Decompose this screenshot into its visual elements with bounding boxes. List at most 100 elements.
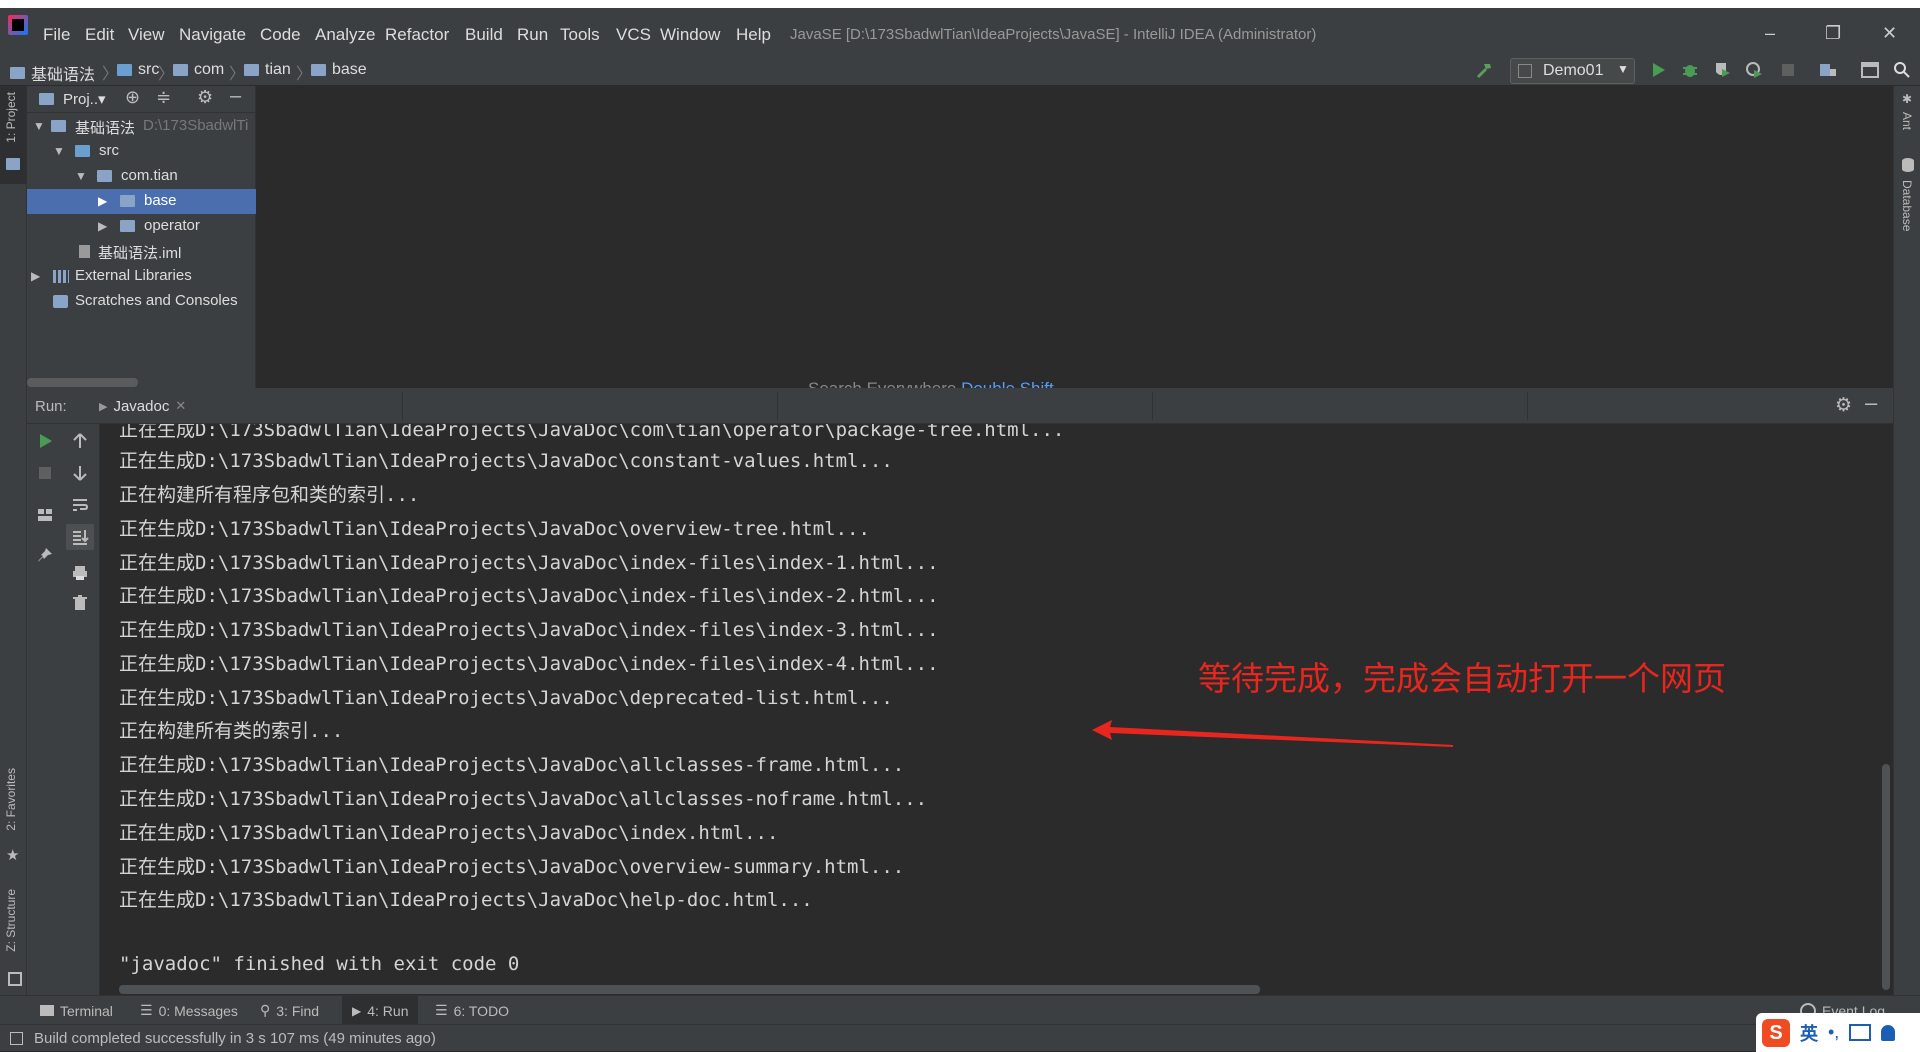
- menu-build[interactable]: Build: [465, 25, 503, 45]
- minimize-button[interactable]: –: [1765, 23, 1775, 44]
- tree-item-operator[interactable]: ▶ operator: [27, 214, 256, 239]
- layout-icon[interactable]: [36, 506, 54, 524]
- hide-icon[interactable]: –: [230, 85, 241, 108]
- menu-tools[interactable]: Tools: [560, 25, 600, 45]
- favorites-tool-button[interactable]: 2: Favorites: [4, 768, 18, 831]
- search-icon[interactable]: [1892, 60, 1912, 80]
- console-line: 正在生成D:\173SbadwlTian\IdeaProjects\JavaDo…: [119, 518, 870, 540]
- breadcrumb-base[interactable]: base: [311, 61, 367, 79]
- restore-button[interactable]: ❐: [1825, 23, 1841, 44]
- expanded-arrow-icon[interactable]: ▼: [53, 144, 65, 158]
- database-tool-button[interactable]: Database: [1900, 180, 1914, 231]
- rerun-icon[interactable]: [36, 432, 54, 450]
- menu-run[interactable]: Run: [517, 25, 548, 45]
- arrow-up-icon[interactable]: [71, 432, 89, 450]
- tree-item-iml[interactable]: 基础语法.iml: [27, 239, 256, 264]
- terminal-icon: [40, 1005, 54, 1016]
- project-view-selector[interactable]: Proj..▾: [63, 90, 106, 108]
- breadcrumb-src[interactable]: src: [117, 61, 159, 79]
- user-icon[interactable]: [1881, 1024, 1896, 1041]
- ant-tool-button[interactable]: Ant: [1900, 112, 1914, 130]
- run-panel-header: Run: ▶ Javadoc ✕ ⚙ –: [27, 388, 1893, 424]
- punctuation-icon[interactable]: •,: [1828, 1022, 1839, 1043]
- breadcrumb-tian[interactable]: tian: [244, 61, 291, 79]
- menu-navigate[interactable]: Navigate: [179, 25, 246, 45]
- stop-icon[interactable]: [36, 464, 54, 482]
- menu-file[interactable]: File: [43, 25, 70, 45]
- pin-icon[interactable]: [36, 546, 54, 564]
- tree-item-scratches[interactable]: Scratches and Consoles: [27, 289, 256, 314]
- status-toggle-icon[interactable]: [10, 1032, 23, 1045]
- tree-item-src[interactable]: ▼ src: [27, 139, 256, 164]
- run-toolbar-primary: [27, 424, 62, 995]
- close-tab-icon[interactable]: ✕: [175, 398, 186, 414]
- menu-refactor[interactable]: Refactor: [385, 25, 449, 45]
- breadcrumb-project[interactable]: 基础语法: [10, 61, 95, 85]
- tab-find[interactable]: ⚲ 3: Find: [260, 996, 319, 1025]
- console-horizontal-scrollbar[interactable]: [119, 985, 1260, 994]
- console-line: 正在生成D:\173SbadwlTian\IdeaProjects\JavaDo…: [119, 619, 939, 641]
- source-folder-icon: [75, 145, 90, 157]
- tab-messages[interactable]: ☰ 0: Messages: [140, 996, 238, 1025]
- gear-icon[interactable]: ⚙: [1835, 394, 1852, 417]
- console-line: 正在生成D:\173SbadwlTian\IdeaProjects\JavaDo…: [119, 788, 928, 810]
- locate-icon[interactable]: ⊕: [125, 87, 140, 108]
- build-hammer-icon[interactable]: [1474, 60, 1494, 80]
- run-configuration-select[interactable]: Demo01 ▼: [1510, 58, 1635, 84]
- project-tool-button[interactable]: 1: Project: [0, 86, 26, 184]
- project-horizontal-scrollbar[interactable]: [27, 378, 138, 387]
- tab-terminal[interactable]: Terminal: [40, 996, 113, 1025]
- expanded-arrow-icon[interactable]: ▼: [33, 119, 45, 133]
- profile-icon[interactable]: [1744, 60, 1764, 80]
- ime-mode[interactable]: 英: [1800, 1020, 1818, 1046]
- collapsed-arrow-icon[interactable]: ▶: [31, 269, 40, 283]
- collapse-all-icon[interactable]: ≑: [156, 87, 171, 108]
- structure-tool-button[interactable]: Z: Structure: [4, 889, 18, 952]
- tree-item-base[interactable]: ▶ base: [27, 189, 256, 214]
- soft-wrap-icon[interactable]: [71, 496, 89, 514]
- close-button[interactable]: ✕: [1882, 23, 1897, 44]
- tree-item-project-root[interactable]: ▼ 基础语法 D:\173SbadwlTi: [27, 114, 256, 139]
- tab-todo[interactable]: ☰ 6: TODO: [435, 996, 509, 1025]
- tree-item-com-tian[interactable]: ▼ com.tian: [27, 164, 256, 189]
- scroll-to-end-toggle[interactable]: [66, 524, 94, 550]
- gear-icon[interactable]: ⚙: [197, 87, 213, 108]
- terminal-window-icon[interactable]: [1860, 60, 1880, 80]
- tab-run[interactable]: ▶ 4: Run: [342, 996, 419, 1025]
- run-icon[interactable]: [1648, 60, 1668, 80]
- tree-label: 基础语法.iml: [98, 245, 182, 262]
- collapsed-arrow-icon[interactable]: ▶: [98, 219, 107, 233]
- console-line: 正在生成D:\173SbadwlTian\IdeaProjects\JavaDo…: [119, 552, 939, 574]
- menu-help[interactable]: Help: [736, 25, 771, 45]
- console-vertical-scrollbar[interactable]: [1882, 764, 1890, 990]
- hide-icon[interactable]: –: [1865, 390, 1877, 416]
- keyboard-icon[interactable]: [1849, 1024, 1872, 1041]
- run-console-output[interactable]: 正在生成D:\173SbadwlTian\IdeaProjects\JavaDo…: [100, 424, 1893, 995]
- collapsed-arrow-icon[interactable]: ▶: [98, 194, 107, 208]
- menu-view[interactable]: View: [128, 25, 165, 45]
- left-tool-stripe: 1: Project 2: Favorites ★ Z: Structure: [0, 86, 27, 1019]
- menu-analyze[interactable]: Analyze: [315, 25, 375, 45]
- project-structure-icon[interactable]: [1818, 60, 1838, 80]
- menu-code[interactable]: Code: [260, 25, 301, 45]
- tree-item-external-libraries[interactable]: ▶ External Libraries: [27, 264, 256, 289]
- menu-edit[interactable]: Edit: [85, 25, 114, 45]
- tab-javadoc[interactable]: ▶ Javadoc ✕: [89, 392, 196, 420]
- console-line: 正在生成D:\173SbadwlTian\IdeaProjects\JavaDo…: [119, 687, 893, 709]
- print-icon[interactable]: [71, 564, 89, 582]
- expanded-arrow-icon[interactable]: ▼: [75, 169, 87, 183]
- package-icon: [120, 220, 135, 232]
- arrow-down-icon[interactable]: [71, 464, 89, 482]
- coverage-icon[interactable]: [1712, 60, 1732, 80]
- menu-window[interactable]: Window: [660, 25, 720, 45]
- debug-icon[interactable]: [1680, 60, 1700, 80]
- trash-icon[interactable]: [71, 594, 89, 612]
- console-line: 正在生成D:\173SbadwlTian\IdeaProjects\JavaDo…: [119, 754, 905, 776]
- menu-vcs[interactable]: VCS: [616, 25, 651, 45]
- stop-icon[interactable]: [1778, 60, 1798, 80]
- breadcrumb-com[interactable]: com: [173, 61, 224, 79]
- sogou-logo-icon: S: [1762, 1018, 1790, 1047]
- console-line: 正在构建所有类的索引...: [119, 720, 344, 742]
- project-tool-label: 1: Project: [4, 92, 18, 143]
- ime-toolbar[interactable]: S 英 •,: [1756, 1013, 1920, 1052]
